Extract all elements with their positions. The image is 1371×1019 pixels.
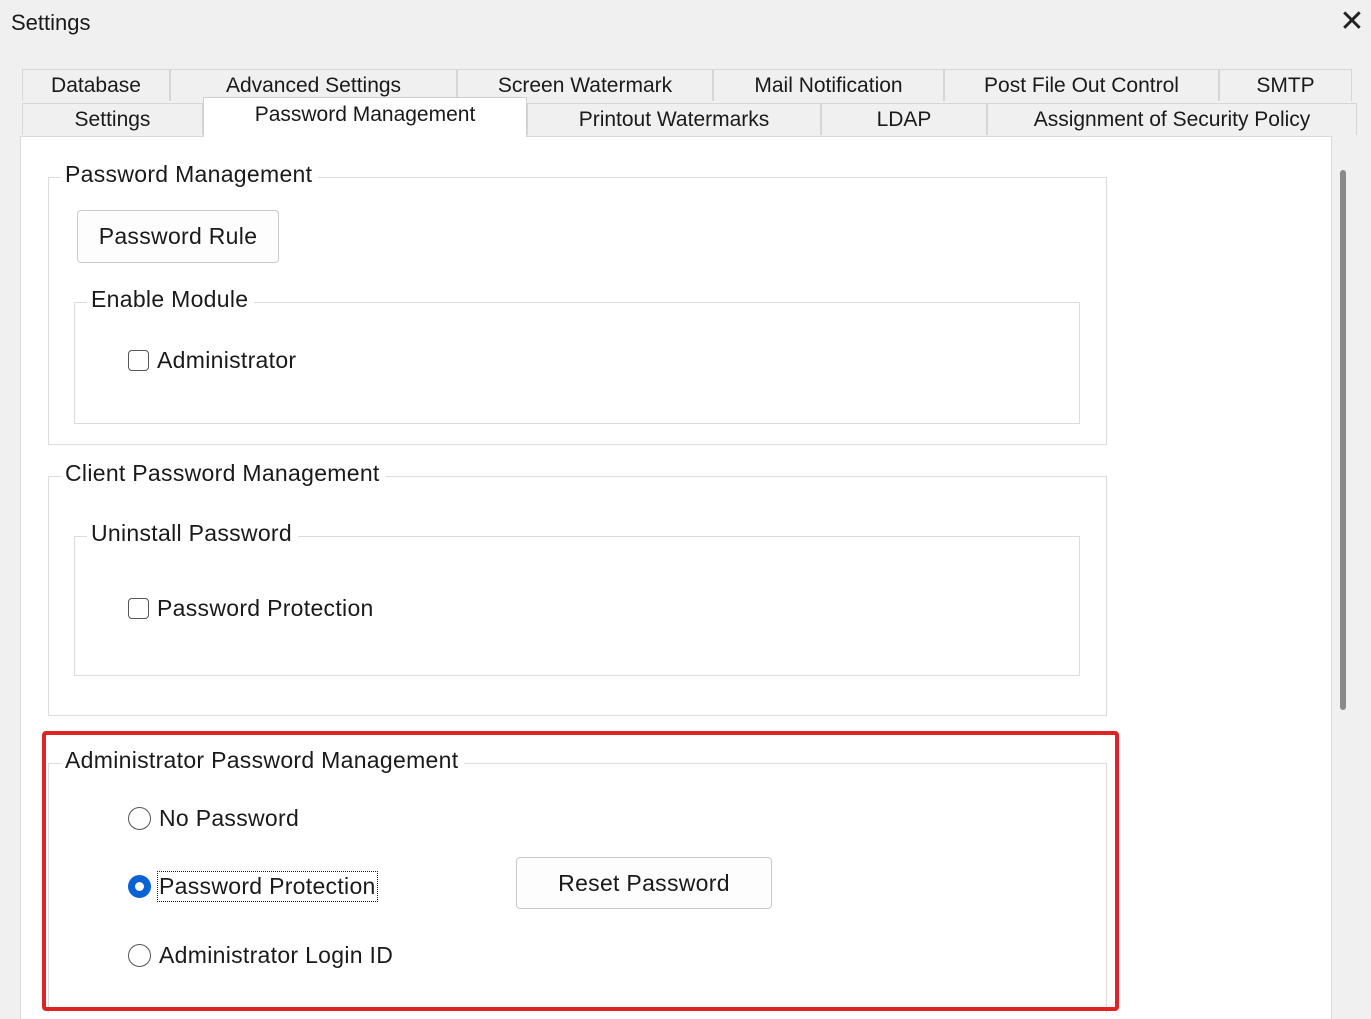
enable-module-legend: Enable Module [87,286,255,313]
radio-button[interactable] [128,944,151,967]
uninstall-password-protection-checkbox[interactable]: Password Protection [128,595,374,622]
vertical-scrollbar[interactable] [1340,170,1346,710]
checkbox-box[interactable] [128,598,149,619]
tab-ldap[interactable]: LDAP [821,103,987,135]
tab-printout-watermarks[interactable]: Printout Watermarks [527,103,821,135]
password-rule-button[interactable]: Password Rule [77,210,279,263]
uninstall-password-legend: Uninstall Password [87,520,298,547]
radio-button-selected[interactable] [128,875,151,898]
reset-password-button[interactable]: Reset Password [516,857,772,909]
tab-post-file-out-control[interactable]: Post File Out Control [944,69,1219,101]
checkbox-box[interactable] [128,350,149,371]
uninstall-password-protection-label: Password Protection [157,595,374,621]
radio-button[interactable] [128,807,151,830]
administrator-checkbox-label: Administrator [157,347,297,373]
window-title: Settings [11,10,91,35]
tab-password-management[interactable]: Password Management [203,97,527,137]
password-management-legend: Password Management [61,161,319,188]
tab-mail-notification[interactable]: Mail Notification [713,69,944,101]
close-icon[interactable]: ✕ [1336,6,1368,38]
radio-no-password[interactable]: No Password [128,805,299,832]
tab-settings[interactable]: Settings [22,103,203,135]
administrator-checkbox[interactable]: Administrator [128,347,296,374]
tab-assignment-of-security-policy[interactable]: Assignment of Security Policy [987,103,1357,135]
radio-no-password-label: No Password [159,805,300,831]
radio-administrator-login-id[interactable]: Administrator Login ID [128,942,393,969]
settings-window: Settings ✕ Database Advanced Settings Sc… [0,0,1371,1019]
tab-row-2: Settings Password Management Printout Wa… [22,97,1357,137]
tab-smtp[interactable]: SMTP [1219,69,1352,101]
radio-password-protection-label: Password Protection [157,871,378,902]
administrator-password-management-legend: Administrator Password Management [61,747,465,774]
tab-database[interactable]: Database [22,69,170,101]
radio-administrator-login-id-label: Administrator Login ID [159,942,394,968]
client-password-management-legend: Client Password Management [61,460,386,487]
radio-password-protection[interactable]: Password Protection [128,871,378,902]
